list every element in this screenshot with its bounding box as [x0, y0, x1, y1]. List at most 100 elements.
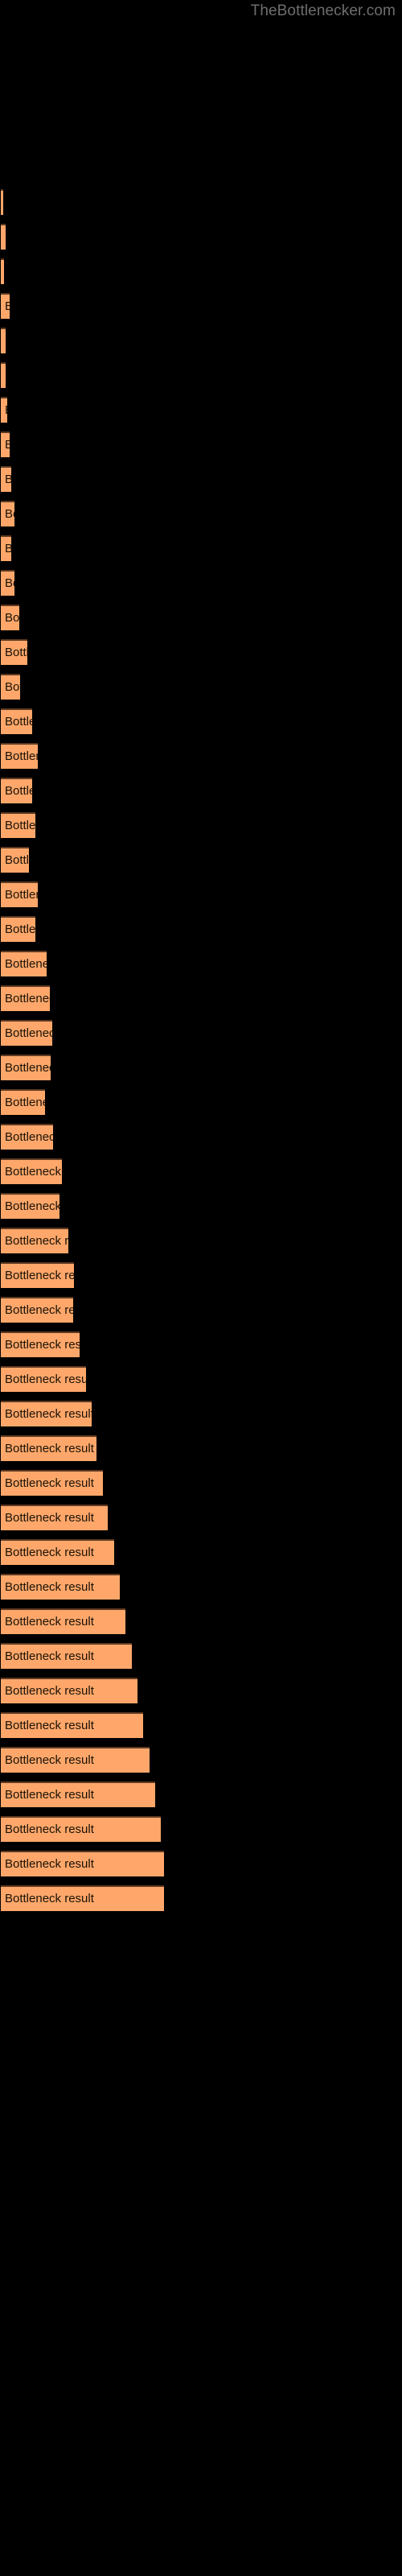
bar[interactable]: Bottleneck result — [1, 985, 50, 1011]
bar-label: Bottleneck result — [5, 1823, 94, 1836]
bar-label: Bottleneck result — [5, 1234, 68, 1248]
bar[interactable]: Bottleneck result — [1, 1158, 62, 1184]
bar-label: Bottleneck result — [5, 1338, 80, 1352]
bar-label: Bottleneck result — [5, 1373, 86, 1386]
bar[interactable]: Bottleneck result — [1, 466, 11, 492]
bar-row: Bottleneck result — [0, 224, 402, 250]
bar-row: Bottleneck result — [0, 1643, 402, 1669]
bar[interactable]: Bottleneck result — [1, 1885, 164, 1911]
bar[interactable]: Bottleneck result — [1, 501, 14, 526]
bar[interactable]: Bottleneck result — [1, 1401, 92, 1426]
bar-row: Bottleneck result — [0, 362, 402, 388]
bar[interactable]: Bottleneck result — [1, 1678, 137, 1703]
bar-label: Bottleneck result — [5, 1407, 92, 1421]
bar[interactable]: Bottleneck result — [1, 1435, 96, 1461]
bar[interactable]: Bottleneck result — [1, 1712, 143, 1738]
bar[interactable]: Bottleneck result — [1, 708, 32, 734]
bar-row: Bottleneck result — [0, 1020, 402, 1046]
bar-row: Bottleneck result — [0, 501, 402, 526]
bar[interactable]: Bottleneck result — [1, 743, 38, 769]
bar-label: Bottleneck result — [5, 1546, 94, 1559]
bar[interactable]: Bottleneck result — [1, 778, 32, 803]
bar[interactable]: Bottleneck result — [1, 1366, 86, 1392]
bar[interactable]: Bottleneck result — [1, 1816, 161, 1842]
bar-row: Bottleneck result — [0, 1401, 402, 1426]
bar[interactable]: Bottleneck result — [1, 1574, 120, 1600]
bar[interactable]: Bottleneck result — [1, 674, 20, 700]
bar-row: Bottleneck result — [0, 1089, 402, 1115]
bar-row: Bottleneck result — [0, 258, 402, 284]
bar-label: Bottleneck result — [5, 1476, 94, 1490]
bar[interactable]: Bottleneck result — [1, 189, 3, 215]
bar-label: Bottleneck result — [5, 923, 35, 936]
bar[interactable]: Bottleneck result — [1, 258, 4, 284]
bar[interactable]: Bottleneck result — [1, 293, 10, 319]
bar[interactable]: Bottleneck result — [1, 1089, 45, 1115]
bar-label: Bottleneck result — [5, 1026, 52, 1040]
bar-label: Bottleneck result — [5, 1580, 94, 1594]
bar[interactable]: Bottleneck result — [1, 431, 10, 457]
bar[interactable]: Bottleneck result — [1, 1851, 164, 1876]
bar[interactable]: Bottleneck result — [1, 881, 38, 907]
bar-label: Bottleneck result — [5, 1753, 94, 1767]
bar-row: Bottleneck result — [0, 1885, 402, 1911]
bar-label: Bottleneck result — [5, 231, 6, 244]
bar[interactable]: Bottleneck result — [1, 570, 14, 596]
bar[interactable]: Bottleneck result — [1, 1297, 73, 1323]
bar-row: Bottleneck result — [0, 1712, 402, 1738]
bar[interactable]: Bottleneck result — [1, 605, 19, 630]
bar[interactable]: Bottleneck result — [1, 1747, 150, 1773]
bar[interactable]: Bottleneck result — [1, 535, 11, 561]
bar[interactable]: Bottleneck result — [1, 1505, 108, 1530]
bar-label: Bottleneck result — [5, 1788, 94, 1802]
bar[interactable]: Bottleneck result — [1, 1643, 132, 1669]
bar-label: Bottleneck result — [5, 1269, 74, 1282]
bar-label: Bottleneck result — [5, 300, 10, 313]
bar-row: Bottleneck result — [0, 951, 402, 976]
bar-row: Bottleneck result — [0, 743, 402, 769]
bar[interactable]: Bottleneck result — [1, 1020, 52, 1046]
bar[interactable]: Bottleneck result — [1, 1193, 59, 1219]
bar[interactable]: Bottleneck result — [1, 1228, 68, 1253]
bottleneck-chart-page: TheBottlenecker.com Bottleneck resultBot… — [0, 0, 402, 2576]
bar-label: Bottleneck result — [5, 1649, 94, 1663]
bar[interactable]: Bottleneck result — [1, 1331, 80, 1357]
bar-row: Bottleneck result — [0, 466, 402, 492]
bar[interactable]: Bottleneck result — [1, 951, 47, 976]
bar[interactable]: Bottleneck result — [1, 1124, 53, 1150]
bar[interactable]: Bottleneck result — [1, 639, 27, 665]
bar-row: Bottleneck result — [0, 1608, 402, 1634]
bar[interactable]: Bottleneck result — [1, 328, 6, 353]
bar-label: Bottleneck result — [5, 1303, 73, 1317]
bar-label: Bottleneck result — [5, 1892, 94, 1905]
bar-row: Bottleneck result — [0, 570, 402, 596]
bar[interactable]: Bottleneck result — [1, 1539, 114, 1565]
bar-label: Bottleneck result — [5, 611, 19, 625]
bar[interactable]: Bottleneck result — [1, 1055, 51, 1080]
bar[interactable]: Bottleneck result — [1, 916, 35, 942]
bar[interactable]: Bottleneck result — [1, 847, 29, 873]
bar-row: Bottleneck result — [0, 328, 402, 353]
bar-label: Bottleneck result — [5, 1096, 45, 1109]
bar[interactable]: Bottleneck result — [1, 224, 6, 250]
bar-row: Bottleneck result — [0, 1505, 402, 1530]
bar-label: Bottleneck result — [5, 1511, 94, 1525]
bar[interactable]: Bottleneck result — [1, 1470, 103, 1496]
bar[interactable]: Bottleneck result — [1, 1262, 74, 1288]
bar-row: Bottleneck result — [0, 674, 402, 700]
bar-label: Bottleneck result — [5, 1061, 51, 1075]
bar[interactable]: Bottleneck result — [1, 1608, 125, 1634]
bar-label: Bottleneck result — [5, 1615, 94, 1629]
bar[interactable]: Bottleneck result — [1, 1781, 155, 1807]
bar-label: Bottleneck result — [5, 576, 14, 590]
bar-label: Bottleneck result — [5, 1165, 62, 1179]
bar-label: Bottleneck result — [5, 369, 6, 382]
bar-row: Bottleneck result — [0, 778, 402, 803]
bar-label: Bottleneck result — [5, 1684, 94, 1698]
bar[interactable]: Bottleneck result — [1, 397, 7, 423]
bar-row: Bottleneck result — [0, 1781, 402, 1807]
bar[interactable]: Bottleneck result — [1, 362, 6, 388]
bar-row: Bottleneck result — [0, 1747, 402, 1773]
bar-label: Bottleneck result — [5, 473, 11, 486]
bar[interactable]: Bottleneck result — [1, 812, 35, 838]
